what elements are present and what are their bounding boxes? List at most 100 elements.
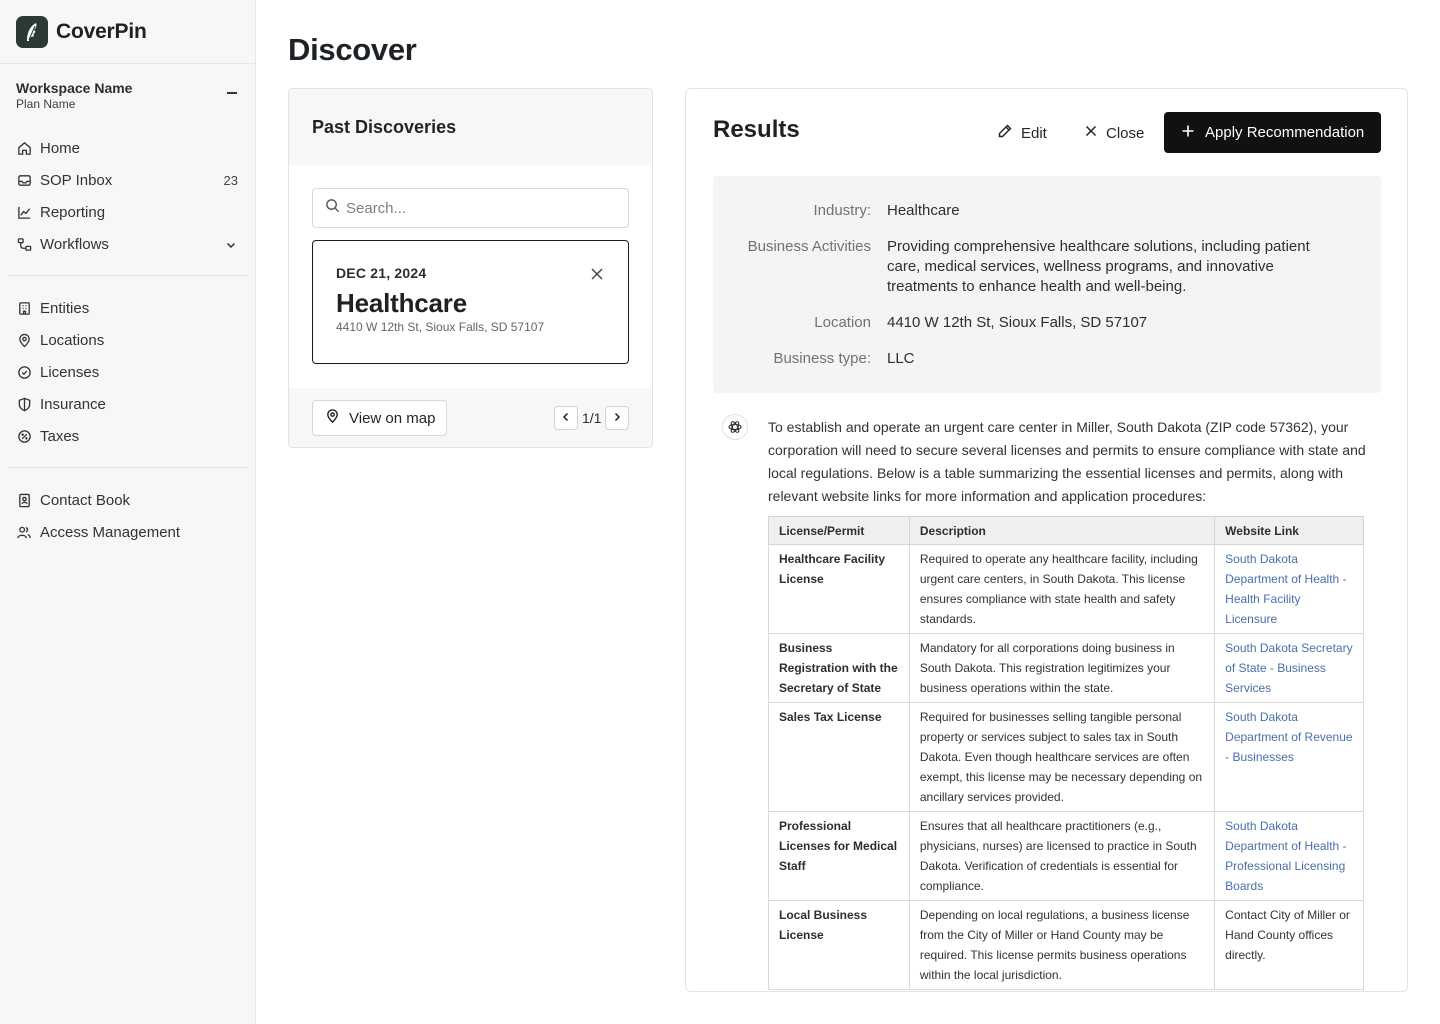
nav-label-access-management: Access Management — [40, 523, 181, 541]
table-row: Healthcare Facility License Required to … — [768, 544, 1364, 634]
nav-item-sop-inbox[interactable]: SOP Inbox 23 — [8, 164, 247, 196]
chevron-down-icon[interactable] — [225, 238, 237, 255]
pagination: 1/1 — [554, 406, 630, 430]
discovery-address: 4410 W 12th St, Sioux Falls, SD 57107 — [336, 320, 545, 334]
search-field[interactable] — [312, 188, 629, 228]
table-row: Local Business License Depending on loca… — [768, 900, 1364, 990]
brand: CoverPin — [0, 0, 255, 64]
location-row: Location 4410 W 12th St, Sioux Falls, SD… — [713, 313, 1327, 333]
nav-label-sop-inbox: SOP Inbox — [40, 171, 113, 189]
collapse-icon[interactable] — [227, 92, 237, 94]
coverpin-logo-icon[interactable] — [16, 15, 48, 48]
chevron-right-icon — [612, 409, 622, 427]
nav-item-insurance[interactable]: Insurance — [8, 388, 247, 420]
nav-label-reporting: Reporting — [40, 203, 106, 221]
business-type-row: Business type: LLC — [713, 349, 1327, 369]
contact-book-icon — [16, 492, 32, 508]
nav-label-entities: Entities — [40, 299, 90, 317]
search-input[interactable] — [346, 199, 616, 217]
license-name: Business Registration with the Secretary… — [768, 633, 910, 703]
edit-label: Edit — [1021, 124, 1047, 142]
license-contact-note: Contact City of Miller or Hand County of… — [1214, 900, 1364, 990]
nav-divider — [8, 275, 247, 276]
workspace-plan: Plan Name — [16, 97, 76, 111]
license-name: Healthcare Facility License — [768, 544, 910, 634]
licenses-table: License/Permit Description Website Link … — [768, 516, 1364, 990]
license-link[interactable]: South Dakota Department of Health - Prof… — [1214, 811, 1364, 901]
nav-label-locations: Locations — [40, 331, 105, 349]
business-type-label: Business type: — [773, 350, 871, 367]
shield-icon — [16, 396, 32, 412]
license-description: Depending on local regulations, a busine… — [908, 900, 1216, 990]
next-page-button[interactable] — [605, 406, 630, 430]
apply-recommendation-button[interactable]: Apply Recommendation — [1164, 112, 1381, 153]
chevron-left-icon — [561, 409, 571, 427]
license-description: Mandatory for all corporations doing bus… — [908, 633, 1216, 703]
percent-badge-icon — [16, 428, 32, 444]
nav-item-taxes[interactable]: Taxes — [8, 420, 247, 452]
results-panel: Results Edit Close Apply Recommendation … — [685, 88, 1408, 992]
nav-item-licenses[interactable]: Licenses — [8, 356, 247, 388]
discovery-title: Healthcare — [336, 288, 467, 318]
view-on-map-label: View on map — [349, 409, 436, 427]
business-activities-value: Providing comprehensive healthcare solut… — [887, 238, 1310, 295]
sop-inbox-count-badge: 23 — [223, 172, 238, 188]
recommendation-intro: To establish and operate an urgent care … — [768, 419, 1366, 504]
nav-label-licenses: Licenses — [40, 363, 100, 381]
past-discoveries-title: Past Discoveries — [289, 89, 652, 165]
table-row: Professional Licenses for Medical Staff … — [768, 811, 1364, 901]
nav-item-contact-book[interactable]: Contact Book — [8, 484, 247, 516]
table-row: Sales Tax License Required for businesse… — [768, 702, 1364, 812]
nav-item-locations[interactable]: Locations — [8, 324, 247, 356]
previous-page-button[interactable] — [554, 406, 578, 430]
view-on-map-button[interactable]: View on map — [312, 400, 447, 436]
users-icon — [16, 524, 32, 540]
license-name: Professional Licenses for Medical Staff — [768, 811, 910, 901]
nav-item-access-management[interactable]: Access Management — [8, 516, 247, 548]
nav-item-entities[interactable]: Entities — [8, 292, 247, 324]
sidebar: CoverPin Workspace Name Plan Name Home S… — [0, 0, 256, 1024]
nav-label-contact-book: Contact Book — [40, 491, 131, 509]
discovery-card[interactable]: DEC 21, 2024 Healthcare 4410 W 12th St, … — [312, 240, 629, 364]
page-indicator: 1/1 — [582, 410, 602, 426]
close-label: Close — [1106, 124, 1145, 142]
column-header: License/Permit — [768, 516, 910, 545]
chart-line-icon — [16, 204, 32, 220]
column-header: Description — [908, 516, 1216, 545]
license-link[interactable]: South Dakota Department of Health - Heal… — [1214, 544, 1364, 634]
table-header-row: License/Permit Description Website Link — [768, 516, 1364, 545]
map-pin-icon — [16, 332, 32, 348]
nav-item-home[interactable]: Home — [8, 132, 247, 164]
workspace-name: Workspace Name — [16, 80, 133, 96]
home-icon — [16, 140, 32, 156]
pencil-icon — [997, 123, 1013, 143]
close-icon[interactable] — [590, 267, 604, 281]
plus-icon — [1181, 124, 1195, 142]
results-title: Results — [713, 116, 800, 143]
workspace-switcher[interactable]: Workspace Name Plan Name — [0, 64, 255, 122]
location-label: Location — [814, 314, 871, 331]
workflow-icon — [16, 236, 32, 252]
license-link[interactable]: South Dakota Department of Revenue - Bus… — [1214, 702, 1364, 812]
industry-row: Industry: Healthcare — [713, 201, 1327, 221]
license-description: Ensures that all healthcare practitioner… — [908, 811, 1216, 901]
industry-value: Healthcare — [887, 202, 960, 219]
nav-label-taxes: Taxes — [40, 427, 80, 445]
close-button[interactable]: Close — [1084, 113, 1144, 153]
map-pin-icon — [325, 408, 340, 428]
business-info-card: Industry: Healthcare Business Activities… — [713, 176, 1381, 393]
past-discoveries-footer: View on map 1/1 — [289, 388, 652, 447]
badge-check-icon — [16, 364, 32, 380]
license-link[interactable]: South Dakota Secretary of State - Busine… — [1214, 633, 1364, 703]
records-nav: Entities Locations Licenses Insurance Ta… — [0, 292, 255, 452]
license-description: Required for businesses selling tangible… — [908, 702, 1216, 812]
nav-label-home: Home — [40, 139, 81, 157]
nav-item-workflows[interactable]: Workflows — [8, 228, 247, 260]
industry-label: Industry: — [813, 202, 871, 219]
edit-button[interactable]: Edit — [997, 113, 1047, 153]
primary-nav: Home SOP Inbox 23 Reporting Workflows — [0, 132, 255, 260]
inbox-icon — [16, 172, 32, 188]
discovery-date: DEC 21, 2024 — [336, 265, 427, 281]
business-activities-row: Business Activities Providing comprehens… — [713, 237, 1327, 297]
nav-item-reporting[interactable]: Reporting — [8, 196, 247, 228]
